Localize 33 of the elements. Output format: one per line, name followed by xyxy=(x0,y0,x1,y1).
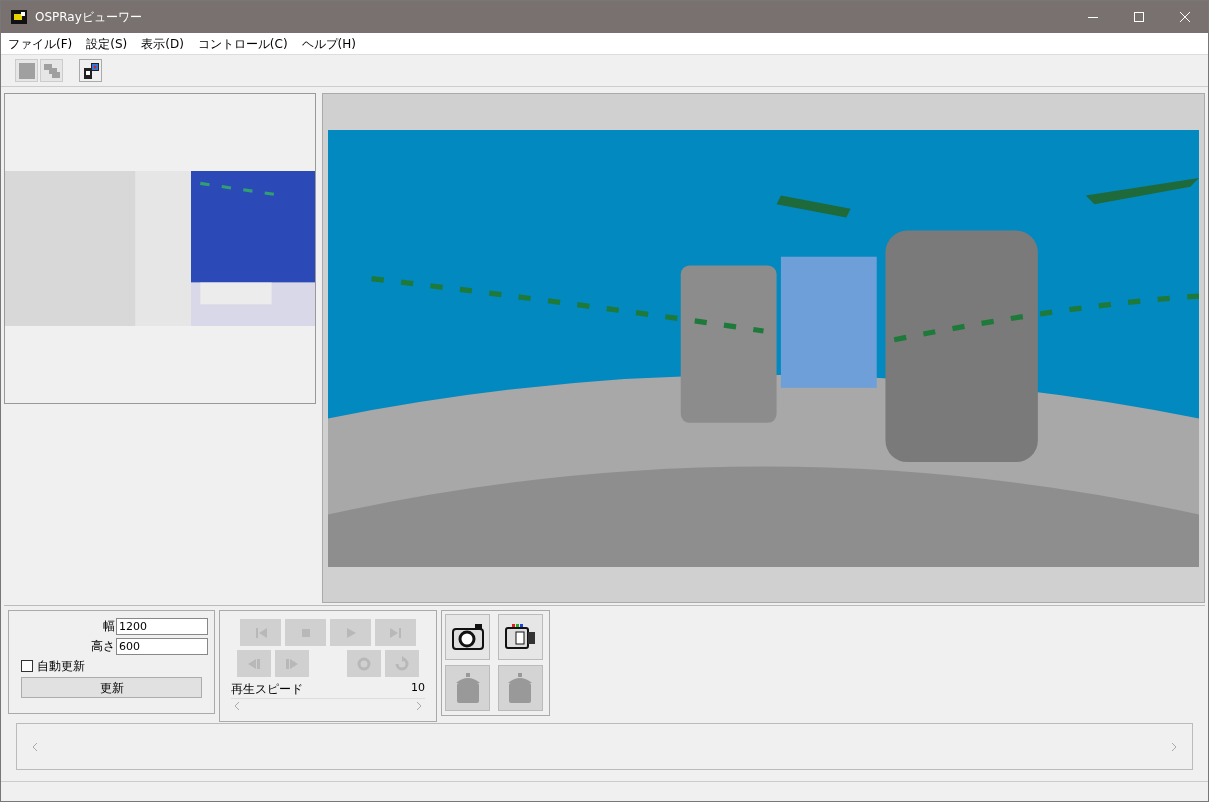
field-label: 幅 xyxy=(103,618,115,635)
device-icon xyxy=(81,61,100,80)
scroll-right-icon xyxy=(416,701,421,710)
scroll-left-icon xyxy=(235,701,240,710)
window-title: OSPRayビューワー xyxy=(35,9,142,26)
speed-value: 10 xyxy=(411,680,425,696)
app-icon xyxy=(11,10,27,24)
checkbox-label: 自動更新 xyxy=(37,658,85,675)
input-field[interactable]: 600 xyxy=(116,637,208,655)
field-label: 高さ xyxy=(91,638,115,655)
square-icon xyxy=(17,61,36,80)
capture-button[interactable] xyxy=(445,614,490,660)
menu-item[interactable]: ファイル(F) xyxy=(1,34,80,53)
minimize-icon xyxy=(1088,16,1098,18)
timeline-scrollbar[interactable] xyxy=(16,723,1193,770)
menu-item[interactable]: 表示(D) xyxy=(134,34,191,53)
speed-scrollbar[interactable] xyxy=(231,698,425,712)
capture-button[interactable] xyxy=(497,614,543,660)
scroll-right-icon xyxy=(1171,742,1176,751)
menu-item[interactable]: ヘルプ(H) xyxy=(294,34,363,53)
refresh-icon xyxy=(356,655,372,672)
update-button[interactable]: 更新 xyxy=(21,677,202,698)
maximize-icon xyxy=(1134,12,1144,22)
tiles-icon xyxy=(42,61,61,80)
checkbox[interactable] xyxy=(21,660,33,672)
input-field[interactable]: 1200 xyxy=(116,617,208,635)
scroll-left-icon xyxy=(33,742,38,751)
menu-item[interactable]: 設定(S) xyxy=(79,34,135,53)
rotate-icon xyxy=(394,655,410,672)
toolbar-button[interactable] xyxy=(79,59,102,82)
speed-label: 再生スピード xyxy=(231,681,303,698)
menu-item[interactable]: コントロール(C) xyxy=(190,34,295,53)
close-icon xyxy=(1180,12,1190,22)
